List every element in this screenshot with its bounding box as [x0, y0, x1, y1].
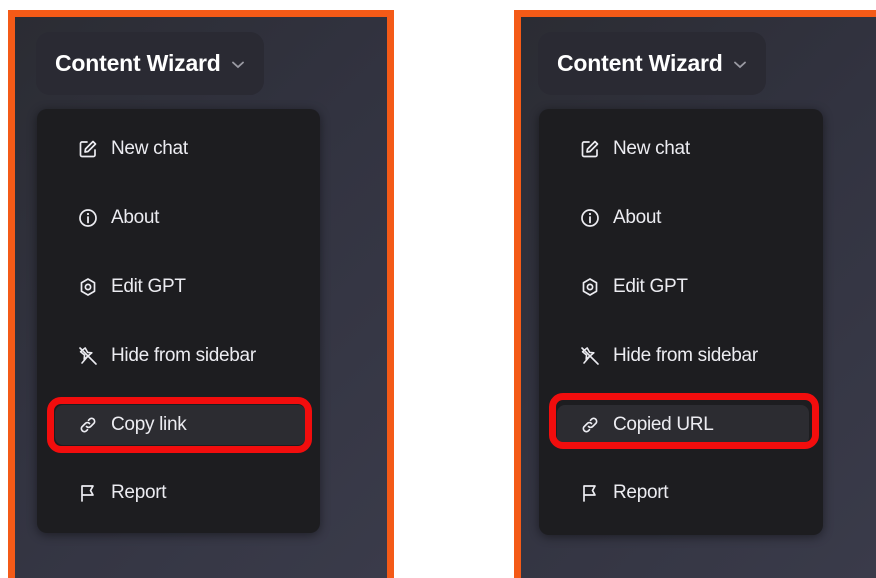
gpt-title-button[interactable]: Content Wizard — [36, 32, 264, 95]
chevron-down-icon — [733, 58, 747, 72]
menu-item-about[interactable]: About — [55, 198, 306, 238]
info-icon — [77, 207, 99, 229]
flag-icon — [579, 482, 601, 504]
menu-item-label: Hide from sidebar — [613, 345, 758, 366]
gpt-title-label: Content Wizard — [55, 50, 221, 76]
menu-item-new-chat[interactable]: New chat — [557, 129, 809, 169]
flag-icon — [77, 482, 99, 504]
menu-item-copied-url[interactable]: Copied URL — [557, 405, 809, 445]
unpin-icon — [77, 345, 99, 367]
menu-item-label: Copy link — [111, 414, 187, 435]
link-icon — [77, 414, 99, 436]
menu-item-hide-from-sidebar[interactable]: Hide from sidebar — [557, 336, 809, 376]
edit-icon — [77, 138, 99, 160]
edit-icon — [579, 138, 601, 160]
settings-icon — [77, 276, 99, 298]
gpt-options-menu: New chat About Edit GPT Hide from sideba… — [37, 109, 320, 533]
menu-item-copy-link[interactable]: Copy link — [55, 405, 306, 445]
unpin-icon — [579, 345, 601, 367]
settings-icon — [579, 276, 601, 298]
menu-item-label: About — [613, 207, 662, 228]
menu-item-label: Edit GPT — [111, 276, 186, 297]
menu-item-label: About — [111, 207, 160, 228]
menu-item-label: New chat — [111, 138, 188, 159]
info-icon — [579, 207, 601, 229]
menu-item-hide-from-sidebar[interactable]: Hide from sidebar — [55, 336, 306, 376]
chevron-down-icon — [231, 58, 245, 72]
menu-item-report[interactable]: Report — [557, 473, 809, 513]
menu-item-new-chat[interactable]: New chat — [55, 129, 306, 169]
menu-item-report[interactable]: Report — [55, 473, 306, 513]
menu-item-label: Copied URL — [613, 414, 714, 435]
left-screenshot-panel: Content Wizard New chat About Edit GPT H… — [8, 10, 394, 578]
menu-item-label: Edit GPT — [613, 276, 688, 297]
menu-item-about[interactable]: About — [557, 198, 809, 238]
gpt-title-button[interactable]: Content Wizard — [538, 32, 766, 95]
gpt-title-label: Content Wizard — [557, 50, 723, 76]
menu-item-edit-gpt[interactable]: Edit GPT — [557, 267, 809, 307]
menu-item-label: Report — [613, 482, 669, 503]
menu-item-label: New chat — [613, 138, 690, 159]
menu-item-label: Hide from sidebar — [111, 345, 256, 366]
gpt-options-menu: New chat About Edit GPT Hide from sideba… — [539, 109, 823, 535]
menu-item-label: Report — [111, 482, 167, 503]
link-icon — [579, 414, 601, 436]
menu-item-edit-gpt[interactable]: Edit GPT — [55, 267, 306, 307]
right-screenshot-panel: Content Wizard New chat About Edit GPT H… — [514, 10, 876, 578]
